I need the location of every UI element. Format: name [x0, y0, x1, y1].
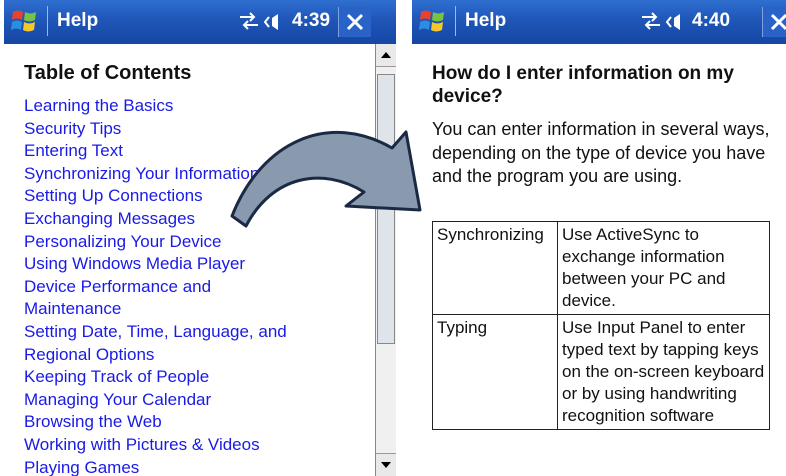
curved-arrow-icon [230, 130, 422, 228]
